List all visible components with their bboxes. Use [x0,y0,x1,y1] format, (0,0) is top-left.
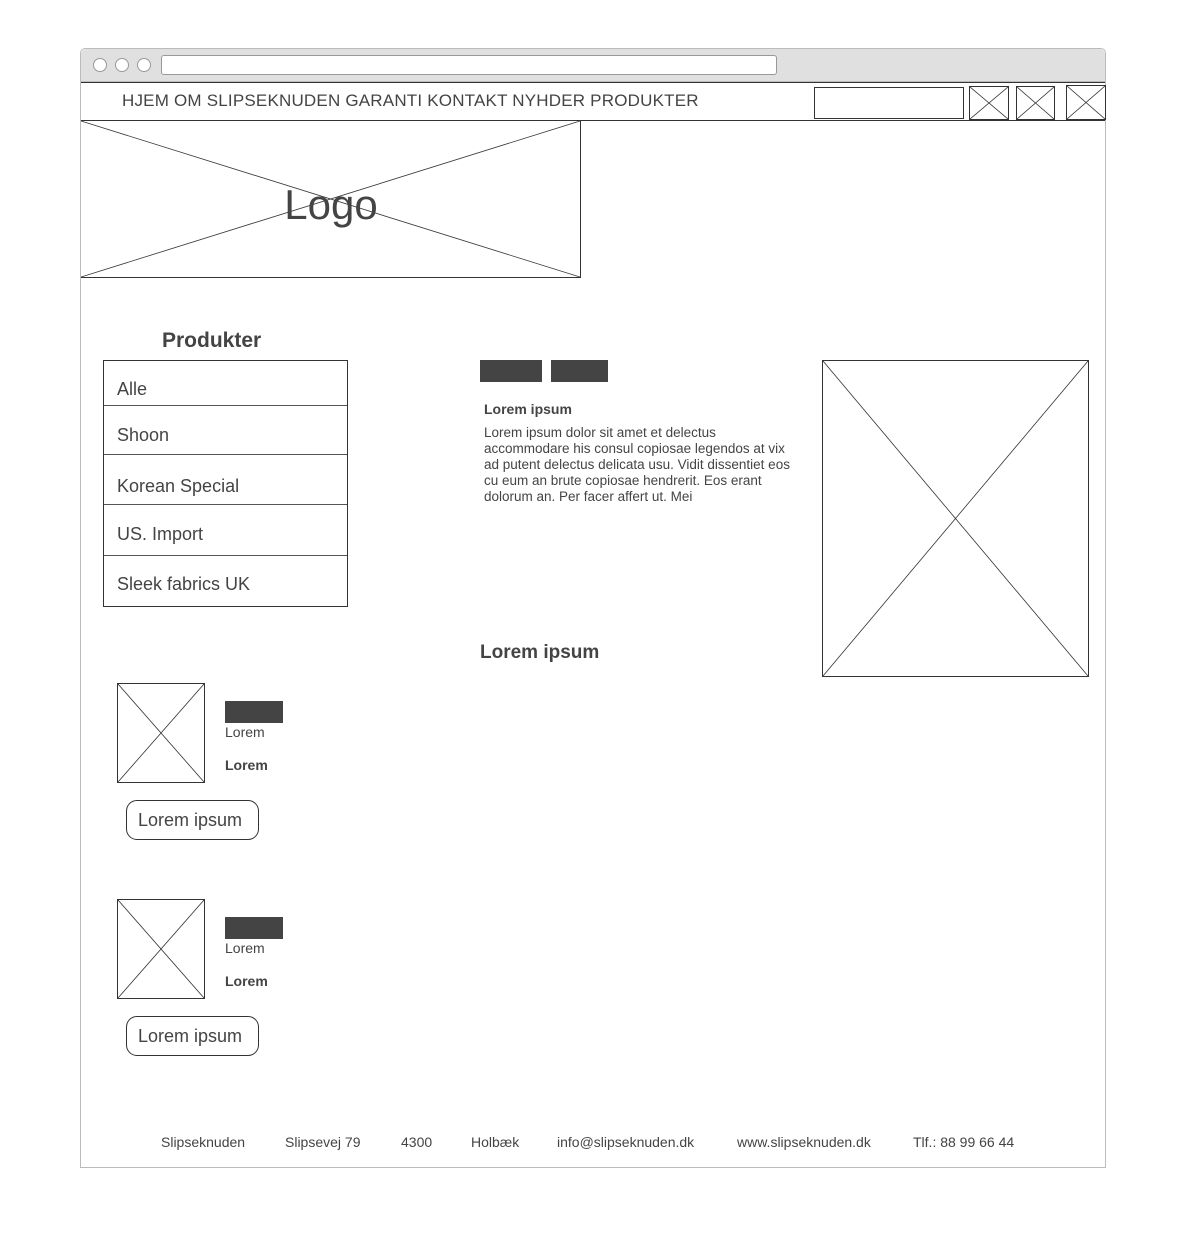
product-thumbnail[interactable] [117,683,205,783]
sidebar-item-alle[interactable]: Alle [104,361,347,406]
logo-placeholder[interactable]: Logo [81,120,581,278]
product-category-menu: Alle Shoon Korean Special US. Import Sle… [103,360,348,607]
sidebar-item-us-import[interactable]: US. Import [104,505,347,556]
address-bar[interactable] [161,55,777,75]
nav-image-placeholder-icon[interactable] [969,86,1009,120]
footer-website[interactable]: www.slipseknuden.dk [737,1134,871,1150]
sidebar-item-label: Shoon [117,425,170,445]
product-tag[interactable] [225,701,283,723]
content-tag[interactable] [480,360,542,382]
product-button[interactable]: Lorem ipsum [126,800,259,840]
feature-image-placeholder[interactable] [822,360,1089,677]
product-text: Lorem [225,724,265,740]
sidebar-item-label: Sleek fabrics UK [117,574,251,594]
browser-titlebar [81,49,1105,82]
nav-image-placeholder-icon[interactable] [1066,85,1106,120]
browser-window: HJEM OM SLIPSEKNUDEN GARANTI KONTAKT NYH… [80,48,1106,1168]
product-text: Lorem [225,940,265,956]
footer-phone: Tlf.: 88 99 66 44 [913,1134,1015,1150]
product-button[interactable]: Lorem ipsum [126,1016,259,1056]
footer-zip: 4300 [401,1134,433,1150]
section-title: Lorem ipsum [480,642,600,663]
sidebar-item-label: Korean Special [117,476,240,496]
logo-text: Logo [284,181,378,228]
sidebar-item-shoon[interactable]: Shoon [104,406,347,455]
sidebar-heading: Produkter [162,329,262,352]
footer-city: Holbæk [471,1134,520,1150]
content-tag[interactable] [551,360,608,382]
sidebar-item-korean-special[interactable]: Korean Special [104,455,347,505]
sidebar-item-sleek-fabrics-uk[interactable]: Sleek fabrics UK [104,556,347,606]
nav-menu[interactable]: HJEM OM SLIPSEKNUDEN GARANTI KONTAKT NYH… [122,91,699,111]
product-price: Lorem [225,757,268,773]
sidebar-item-label: Alle [117,379,148,399]
footer-company: Slipseknuden [161,1134,246,1150]
window-close-icon[interactable] [93,58,107,72]
sidebar-item-label: US. Import [117,524,204,544]
search-input[interactable] [814,87,964,119]
window-minimize-icon[interactable] [115,58,129,72]
footer-email[interactable]: info@slipseknuden.dk [557,1134,694,1150]
window-maximize-icon[interactable] [137,58,151,72]
nav-bar: HJEM OM SLIPSEKNUDEN GARANTI KONTAKT NYH… [81,82,1106,121]
product-price: Lorem [225,973,268,989]
footer-street: Slipsevej 79 [285,1134,361,1150]
content-body: Lorem ipsum dolor sit amet et delectus a… [484,425,790,504]
product-thumbnail[interactable] [117,899,205,999]
product-tag[interactable] [225,917,283,939]
content-title: Lorem ipsum [484,401,572,417]
nav-image-placeholder-icon[interactable] [1016,86,1055,120]
